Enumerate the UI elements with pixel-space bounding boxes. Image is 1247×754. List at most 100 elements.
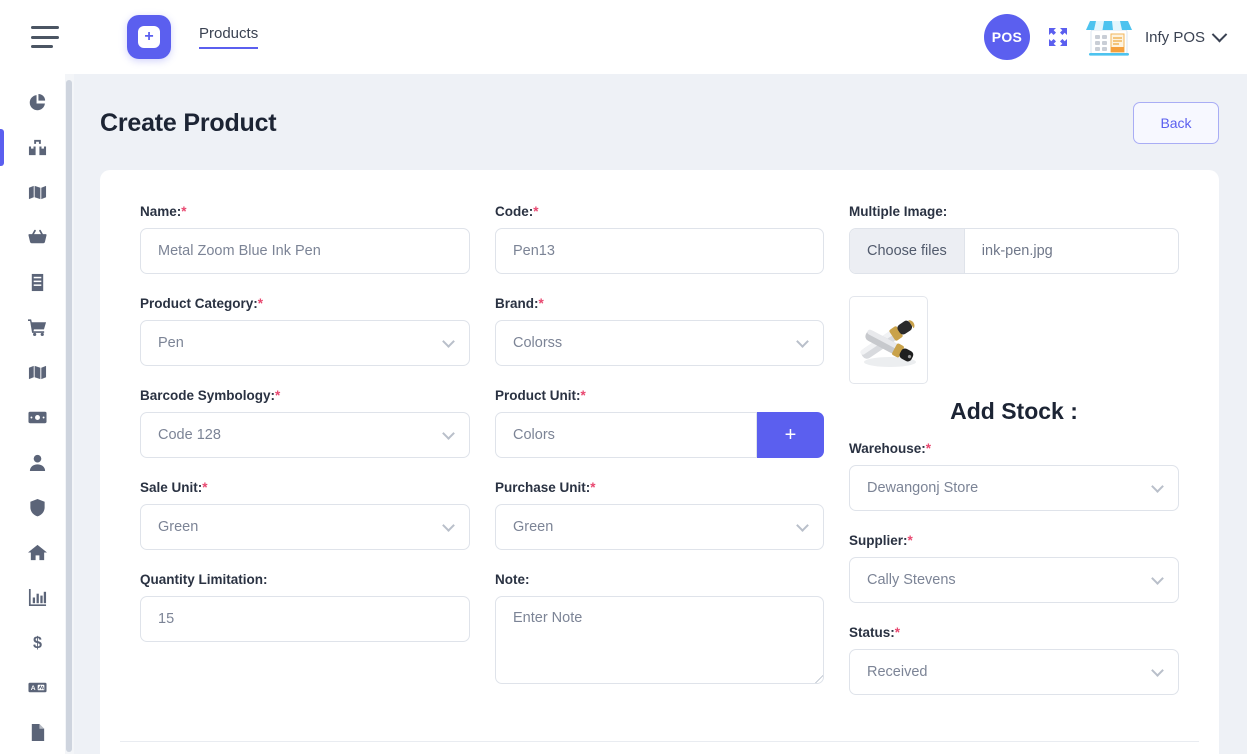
form-column-middle: Code:* Pen13 Brand:* Colorss bbox=[495, 204, 824, 717]
brand-add-tile-button[interactable]: + bbox=[127, 15, 171, 59]
field-code: Code:* Pen13 bbox=[495, 204, 824, 274]
sidebar-item-quotations[interactable] bbox=[0, 215, 74, 260]
field-brand-label-text: Brand: bbox=[495, 296, 539, 311]
hamburger-icon[interactable] bbox=[31, 26, 59, 48]
chosen-file-name: ink-pen.jpg bbox=[965, 229, 1070, 273]
back-button[interactable]: Back bbox=[1133, 102, 1219, 144]
svg-text:A: A bbox=[30, 685, 35, 692]
note-placeholder: Enter Note bbox=[513, 610, 582, 626]
warehouse-select[interactable]: Dewangonj Store bbox=[849, 465, 1179, 511]
product-category-select[interactable]: Pen bbox=[140, 320, 470, 366]
note-textarea[interactable]: Enter Note bbox=[495, 596, 824, 684]
pos-button-label: POS bbox=[992, 29, 1022, 45]
field-quantity-limitation-label: Quantity Limitation: bbox=[140, 572, 470, 587]
name-input-value: Metal Zoom Blue Ink Pen bbox=[158, 243, 321, 259]
name-input[interactable]: Metal Zoom Blue Ink Pen bbox=[140, 228, 470, 274]
user-icon bbox=[28, 453, 47, 472]
basket-icon bbox=[28, 228, 47, 247]
field-product-unit: Product Unit:* Colors + bbox=[495, 388, 824, 458]
create-product-card: Name:* Metal Zoom Blue Ink Pen Product C… bbox=[100, 170, 1219, 754]
map-marker-icon bbox=[28, 183, 47, 202]
fullscreen-expand-icon[interactable] bbox=[1046, 25, 1070, 49]
sidebar-item-customers[interactable] bbox=[0, 440, 74, 485]
code-input[interactable]: Pen13 bbox=[495, 228, 824, 274]
boxes-icon bbox=[28, 138, 47, 157]
field-status-label: Status:* bbox=[849, 625, 1179, 640]
sale-unit-select[interactable]: Green bbox=[140, 504, 470, 550]
sidebar-item-reports[interactable] bbox=[0, 575, 74, 620]
field-name-label: Name:* bbox=[140, 204, 470, 219]
page-header: Create Product Back bbox=[74, 74, 1247, 144]
choose-files-button[interactable]: Choose files bbox=[850, 229, 965, 273]
brand-select[interactable]: Colorss bbox=[495, 320, 824, 366]
user-menu-label[interactable]: Infy POS bbox=[1145, 29, 1205, 46]
required-marker: * bbox=[533, 204, 538, 219]
field-multiple-image-label: Multiple Image: bbox=[849, 204, 1179, 219]
product-unit-row: Colors + bbox=[495, 412, 824, 458]
topbar-right-group: POS bbox=[984, 14, 1225, 60]
required-marker: * bbox=[895, 625, 900, 640]
pos-button[interactable]: POS bbox=[984, 14, 1030, 60]
field-barcode-symbology-label-text: Barcode Symbology: bbox=[140, 388, 275, 403]
field-product-category-label-text: Product Category: bbox=[140, 296, 258, 311]
multiple-image-file-input[interactable]: Choose files ink-pen.jpg bbox=[849, 228, 1179, 274]
section-divider bbox=[120, 741, 1199, 742]
barcode-symbology-value: Code 128 bbox=[158, 427, 221, 443]
sidebar-item-expenses[interactable] bbox=[0, 395, 74, 440]
language-icon: A bbox=[28, 678, 47, 697]
sidebar-item-dashboard[interactable] bbox=[0, 80, 74, 125]
supplier-select[interactable]: Cally Stevens bbox=[849, 557, 1179, 603]
chevron-down-icon bbox=[1151, 480, 1164, 493]
sidebar-item-list: $ A bbox=[0, 74, 74, 754]
field-multiple-image: Multiple Image: Choose files ink-pen.jpg bbox=[849, 204, 1179, 274]
sidebar-scrollbar-thumb[interactable] bbox=[66, 80, 72, 752]
field-code-label: Code:* bbox=[495, 204, 824, 219]
field-brand: Brand:* Colorss bbox=[495, 296, 824, 366]
page-title: Create Product bbox=[100, 109, 276, 138]
purchase-unit-select[interactable]: Green bbox=[495, 504, 824, 550]
field-status-label-text: Status: bbox=[849, 625, 895, 640]
status-select[interactable]: Received bbox=[849, 649, 1179, 695]
nav-tab-label: Products bbox=[199, 25, 258, 42]
field-warehouse: Warehouse:* Dewangonj Store bbox=[849, 441, 1179, 511]
field-note: Note: Enter Note bbox=[495, 572, 824, 684]
money-bill-icon bbox=[28, 408, 47, 427]
quantity-limitation-input[interactable]: 15 bbox=[140, 596, 470, 642]
sidebar-item-purchases[interactable] bbox=[0, 260, 74, 305]
field-barcode-symbology-label: Barcode Symbology:* bbox=[140, 388, 470, 403]
field-name: Name:* Metal Zoom Blue Ink Pen bbox=[140, 204, 470, 274]
nav-tab-products[interactable]: Products bbox=[199, 25, 258, 49]
required-marker: * bbox=[590, 480, 595, 495]
shield-icon bbox=[28, 498, 47, 517]
form-column-left: Name:* Metal Zoom Blue Ink Pen Product C… bbox=[140, 204, 470, 717]
field-sale-unit-label: Sale Unit:* bbox=[140, 480, 470, 495]
sidebar-item-roles[interactable] bbox=[0, 485, 74, 530]
sidebar-item-currencies[interactable]: $ bbox=[0, 620, 74, 665]
product-unit-input[interactable]: Colors bbox=[495, 412, 757, 458]
sidebar-item-transfers[interactable] bbox=[0, 350, 74, 395]
field-product-unit-label-text: Product Unit: bbox=[495, 388, 581, 403]
required-marker: * bbox=[181, 204, 186, 219]
field-supplier-label-text: Supplier: bbox=[849, 533, 908, 548]
sidebar-scrollbar-track[interactable] bbox=[65, 74, 74, 754]
quantity-limitation-value: 15 bbox=[158, 611, 174, 627]
sidebar-item-warehouses[interactable] bbox=[0, 530, 74, 575]
pie-chart-icon bbox=[28, 93, 47, 112]
sidebar-item-sales[interactable] bbox=[0, 305, 74, 350]
product-image-thumbnail[interactable] bbox=[849, 296, 928, 384]
sidebar-item-translations[interactable]: A bbox=[0, 665, 74, 710]
supplier-value: Cally Stevens bbox=[867, 572, 956, 588]
add-product-unit-button[interactable]: + bbox=[757, 412, 824, 458]
sidebar-item-adjustments[interactable] bbox=[0, 170, 74, 215]
barcode-symbology-select[interactable]: Code 128 bbox=[140, 412, 470, 458]
sidebar-item-documents[interactable] bbox=[0, 710, 74, 754]
store-logo-icon bbox=[1086, 16, 1132, 58]
chevron-down-icon[interactable] bbox=[1212, 26, 1228, 42]
dollar-icon: $ bbox=[28, 633, 47, 652]
field-warehouse-label: Warehouse:* bbox=[849, 441, 1179, 456]
sidebar-item-products[interactable] bbox=[0, 125, 74, 170]
field-note-label-text: Note: bbox=[495, 572, 530, 587]
field-note-label: Note: bbox=[495, 572, 824, 587]
sidebar: $ A bbox=[0, 74, 74, 754]
field-purchase-unit: Purchase Unit:* Green bbox=[495, 480, 824, 550]
